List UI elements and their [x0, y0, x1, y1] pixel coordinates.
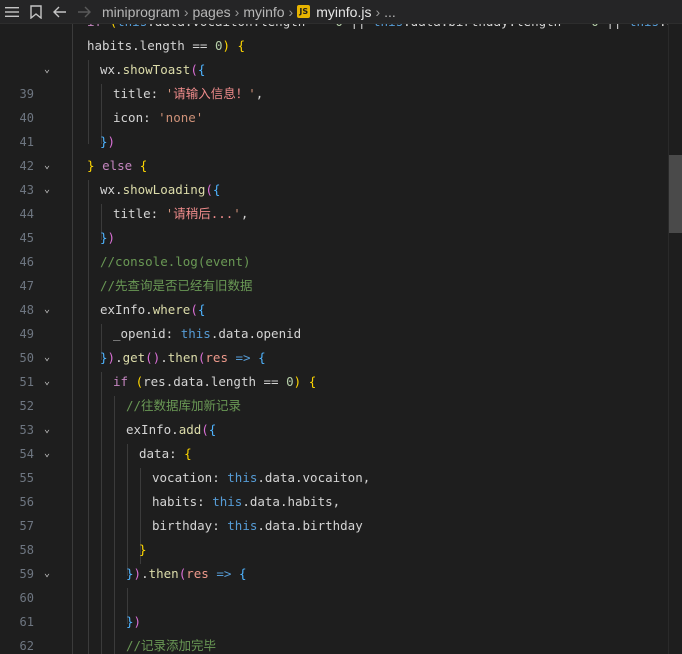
- fold-chevron-icon[interactable]: ⌄: [40, 346, 54, 370]
- bookmark-icon[interactable]: [24, 0, 48, 24]
- code-line: habits.length == 0) {: [87, 38, 246, 53]
- fold-chevron-icon[interactable]: ⌄: [40, 442, 54, 466]
- chevron-right-icon: ›: [288, 3, 294, 20]
- fold-chevron-icon[interactable]: ⌄: [40, 178, 54, 202]
- code-line: 59 }: [19, 542, 147, 581]
- chevron-right-icon: ›: [234, 3, 240, 20]
- code-line: 56 vocation: this.data.vocaiton,: [19, 470, 371, 509]
- code-line: 63 //记录添加完毕: [126, 638, 217, 653]
- code-line: 45 title: '请稍后...',: [19, 206, 249, 245]
- code-line: 60 ⌄ }).then(res => {: [0, 562, 682, 605]
- code-line: 50 _openid: this.data.openid: [19, 326, 302, 365]
- breadcrumb-item-pages[interactable]: pages: [192, 4, 230, 20]
- code-line: 57 habits: this.data.habits,: [19, 494, 341, 533]
- vertical-scrollbar[interactable]: [668, 24, 682, 654]
- fold-chevron-icon[interactable]: ⌄: [40, 370, 54, 394]
- fold-chevron-icon[interactable]: ⌄: [40, 298, 54, 322]
- scrollbar-thumb[interactable]: [669, 155, 682, 233]
- code-line-partial: if (this.data.vocaiton.length == 0 || th…: [0, 24, 682, 34]
- breadcrumb-more[interactable]: ...: [384, 4, 396, 20]
- breadcrumb-item-file[interactable]: myinfo.js: [316, 4, 371, 20]
- breadcrumb-item-myinfo[interactable]: myinfo: [243, 4, 284, 20]
- code-line: 54 ⌄ exInfo.add({: [0, 418, 682, 461]
- code-line: 40 title: '请输入信息！',: [19, 86, 264, 125]
- breadcrumb-item-miniprogram[interactable]: miniprogram: [102, 4, 180, 20]
- code-line: 48 //先查询是否已经有旧数据: [19, 278, 253, 317]
- menu-icon[interactable]: [0, 0, 24, 24]
- code-line: 41 icon: 'none': [19, 110, 204, 149]
- code-line: 52 ⌄ if (res.data.length == 0) {: [0, 370, 682, 413]
- code-line: 55 ⌄ data: {: [0, 442, 682, 485]
- code-line: 51 ⌄ }).get().then(res => {: [0, 346, 682, 389]
- chevron-right-icon: ›: [375, 3, 381, 20]
- code-line: 53 //往数据库加新记录: [19, 398, 242, 437]
- code-line: 62 }): [19, 614, 142, 653]
- code-line: 47 //console.log(event): [19, 254, 251, 293]
- fold-chevron-icon[interactable]: ⌄: [40, 58, 54, 82]
- fold-chevron-icon[interactable]: ⌄: [40, 418, 54, 442]
- forward-arrow-icon[interactable]: [72, 0, 96, 24]
- js-file-icon: JS: [297, 5, 311, 18]
- code-line: 42 }): [19, 134, 116, 173]
- editor-breadcrumb-bar: miniprogram › pages › myinfo › JS myinfo…: [0, 0, 682, 24]
- code-line: 49 ⌄ exInfo.where({: [0, 298, 682, 341]
- code-line: 46 }): [19, 230, 116, 269]
- code-line: 44 ⌄ wx.showLoading({: [0, 178, 682, 221]
- fold-chevron-icon[interactable]: ⌄: [40, 154, 54, 178]
- code-line: 61: [19, 615, 34, 629]
- code-editor[interactable]: if (this.data.vocaiton.length == 0 || th…: [0, 24, 682, 654]
- chevron-right-icon: ›: [183, 3, 189, 20]
- code-line: 39 ⌄ wx.showToast({: [0, 58, 682, 101]
- fold-chevron-icon[interactable]: ⌄: [40, 562, 54, 586]
- back-arrow-icon[interactable]: [48, 0, 72, 24]
- breadcrumb: miniprogram › pages › myinfo › JS myinfo…: [102, 4, 396, 20]
- code-line: 43 ⌄ } else {: [0, 154, 682, 197]
- code-line: 58 birthday: this.data.birthday: [19, 518, 363, 557]
